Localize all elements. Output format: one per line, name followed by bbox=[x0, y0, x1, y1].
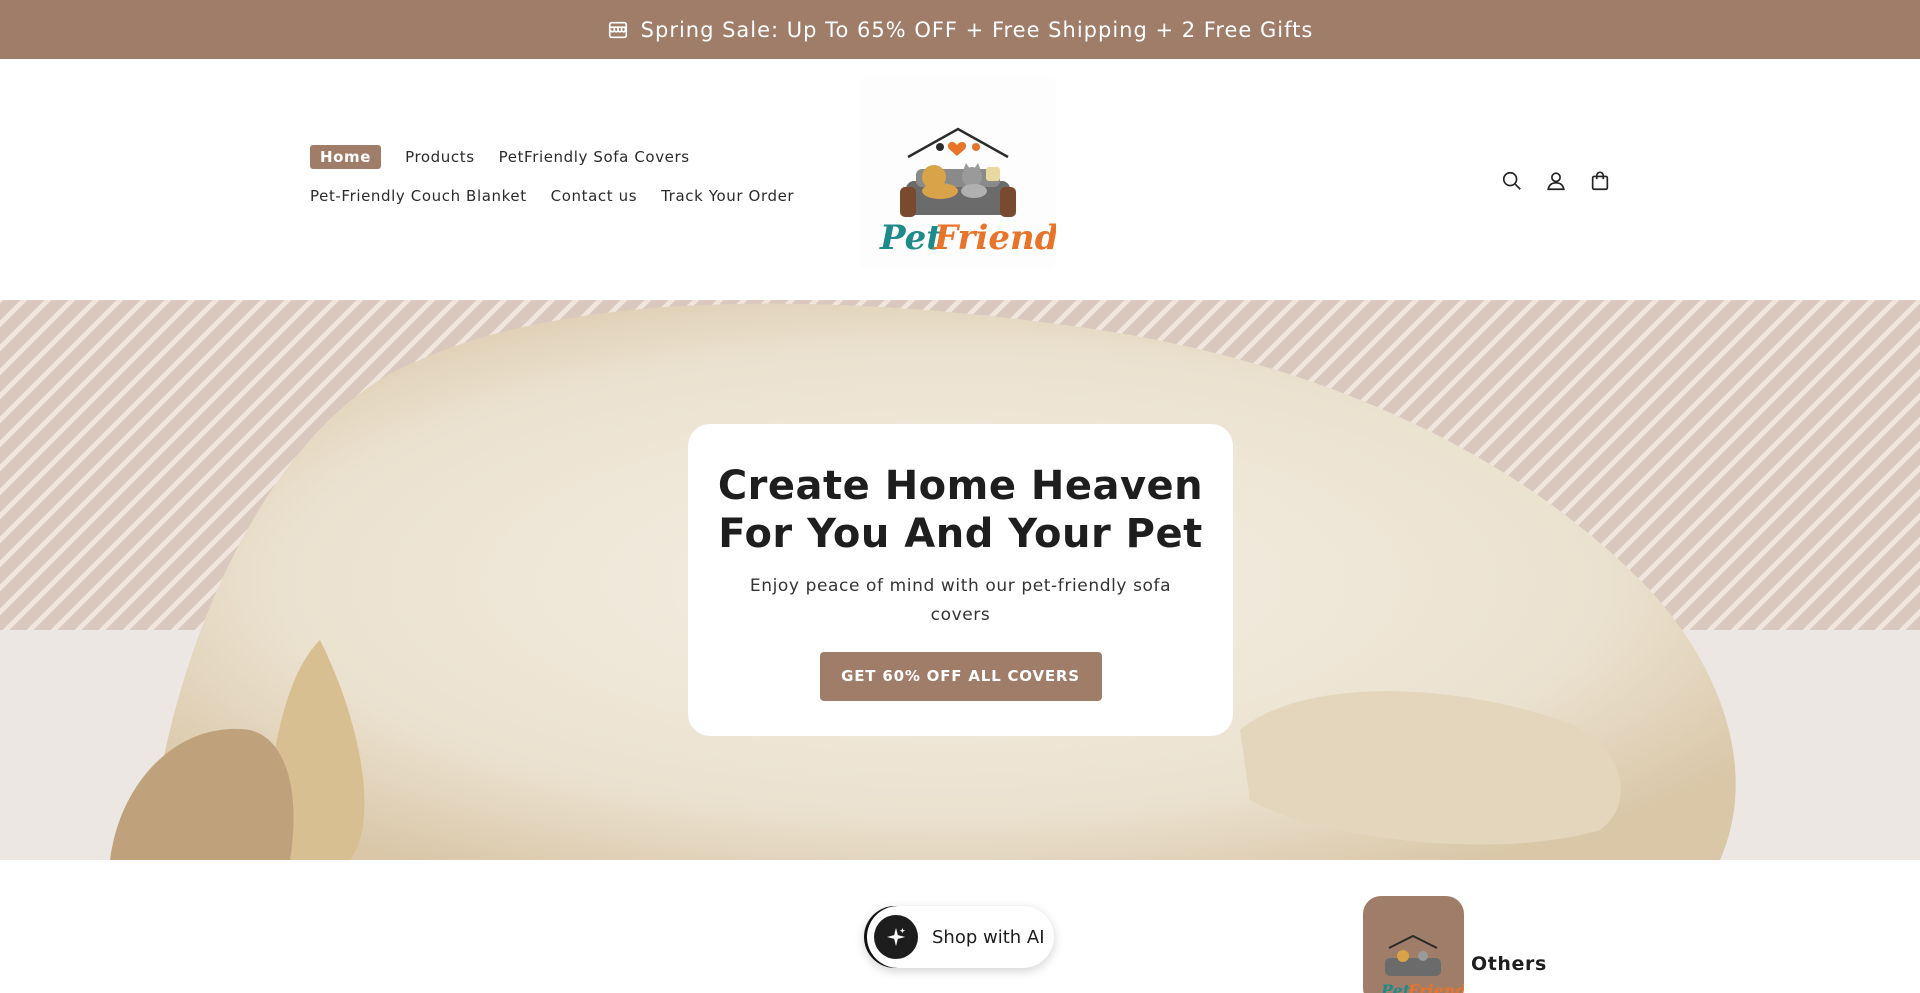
nav-row-2: Pet-Friendly Couch Blanket Contact us Tr… bbox=[310, 187, 830, 205]
hero-cta-button[interactable]: GET 60% OFF ALL COVERS bbox=[819, 652, 1102, 701]
hero-subtitle: Enjoy peace of mind with our pet-friendl… bbox=[749, 576, 1172, 625]
search-icon[interactable] bbox=[1498, 167, 1526, 195]
category-image: Pet Friendly bbox=[1380, 934, 1464, 993]
hero-title-line-1: Create Home Heaven bbox=[717, 463, 1204, 509]
svg-text:Pet: Pet bbox=[1380, 981, 1411, 993]
hero-card: Create Home Heaven For You And Your Pet … bbox=[688, 424, 1233, 736]
nav-item-sofa-covers[interactable]: PetFriendly Sofa Covers bbox=[499, 148, 690, 166]
shop-with-ai-button[interactable]: Shop with AI bbox=[864, 906, 1054, 968]
nav-item-contact[interactable]: Contact us bbox=[551, 187, 637, 205]
announcement-bar: Spring Sale: Up To 65% OFF + Free Shippi… bbox=[0, 0, 1920, 59]
account-icon[interactable] bbox=[1542, 167, 1570, 195]
svg-text:Friendly: Friendly bbox=[1407, 981, 1464, 993]
nav-item-home[interactable]: Home bbox=[310, 145, 382, 169]
category-label-others[interactable]: Others bbox=[1471, 953, 1547, 975]
category-tile-others[interactable]: Pet Friendly bbox=[1363, 896, 1464, 993]
main-nav: Home Products PetFriendly Sofa Covers Pe… bbox=[310, 145, 830, 223]
header-actions bbox=[1498, 167, 1614, 195]
store-icon bbox=[607, 19, 629, 41]
announcement-text: Spring Sale: Up To 65% OFF + Free Shippi… bbox=[640, 17, 1314, 42]
nav-item-couch-blanket[interactable]: Pet-Friendly Couch Blanket bbox=[310, 187, 527, 205]
logo-text-friendly: Friendly bbox=[933, 218, 1056, 258]
nav-row-1: Home Products PetFriendly Sofa Covers bbox=[310, 145, 830, 169]
sparkle-icon bbox=[874, 915, 918, 959]
hero-banner: Create Home Heaven For You And Your Pet … bbox=[0, 300, 1920, 860]
hero-title-line-2: For You And Your Pet bbox=[718, 511, 1203, 557]
site-logo[interactable]: Pet Friendly bbox=[860, 77, 1056, 269]
hero-title: Create Home Heaven For You And Your Pet bbox=[688, 462, 1233, 558]
site-header: Home Products PetFriendly Sofa Covers Pe… bbox=[0, 59, 1920, 300]
shop-with-ai-label: Shop with AI bbox=[932, 926, 1045, 948]
nav-item-track-order[interactable]: Track Your Order bbox=[661, 187, 794, 205]
logo-text-pet: Pet bbox=[879, 218, 942, 258]
nav-item-products[interactable]: Products bbox=[405, 148, 475, 166]
cart-icon[interactable] bbox=[1586, 167, 1614, 195]
